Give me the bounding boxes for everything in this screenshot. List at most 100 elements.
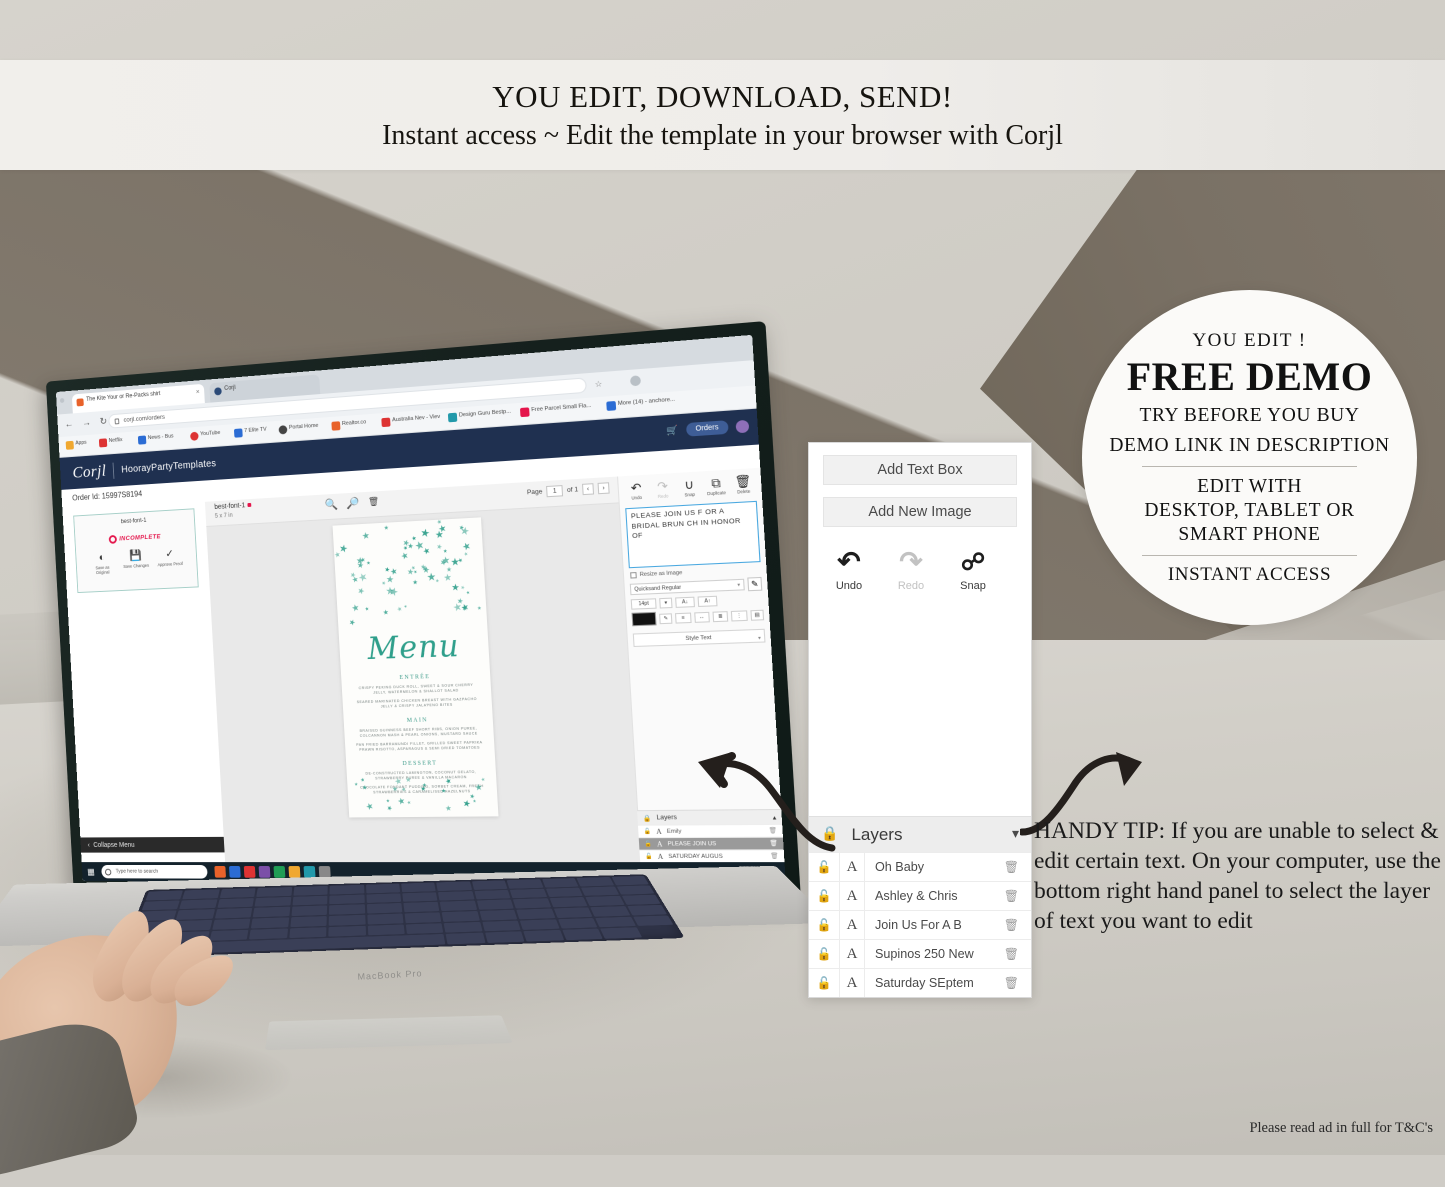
add-new-image-button[interactable]: Add New Image	[823, 497, 1017, 527]
trash-icon[interactable]: 🗑	[1004, 947, 1031, 961]
page-input[interactable]: 1	[546, 485, 563, 497]
snap-label: Snap	[955, 580, 991, 592]
template-thumbnail-card[interactable]: best-font-1 INCOMPLETE ◐ Save as Origina…	[73, 508, 199, 593]
style-text-select[interactable]: Style Text ▾	[633, 629, 766, 647]
undo-label: Undo	[831, 580, 867, 592]
layer-row[interactable]: 🔓 A Ashley & Chris 🗑	[809, 881, 1031, 910]
snap-button[interactable]: ☍ Snap	[955, 549, 991, 592]
header-actions[interactable]: 🛒 Orders	[666, 419, 749, 438]
badge-divider-2	[1142, 555, 1357, 556]
back-icon[interactable]: ←	[64, 419, 73, 430]
layer-row[interactable]: 🔓 A Supinos 250 New 🗑	[809, 939, 1031, 968]
chevron-down-icon: ▾	[737, 582, 740, 588]
reload-icon[interactable]: ↻	[99, 416, 107, 427]
color-swatch[interactable]	[632, 612, 657, 626]
approve-proof-button[interactable]: ✓ Approve Proof	[155, 548, 185, 572]
redo-label: Redo	[893, 580, 929, 592]
text-layer-icon: A	[657, 840, 663, 848]
trash-icon[interactable]: 🗑	[1004, 918, 1031, 932]
panel-toolbar: ↶ Undo ↷ Redo ☍ Snap	[809, 527, 1031, 592]
trash-icon[interactable]: 🗑	[368, 496, 380, 508]
trash-icon[interactable]: 🗑	[1004, 889, 1031, 903]
font-size-row: 14pt ▾ A↓ A↑	[631, 594, 763, 610]
text-editor-textarea[interactable]: PLEASE JOIN US F OR A BRIDAL BRUN CH IN …	[625, 501, 760, 568]
cart-icon[interactable]: 🛒	[666, 425, 679, 437]
tab-close-icon[interactable]: ×	[196, 389, 200, 396]
layer-row[interactable]: 🔓 A Join Us For A B 🗑	[809, 910, 1031, 939]
orders-button[interactable]: Orders	[685, 420, 728, 436]
eyedropper-icon[interactable]: ✎	[659, 613, 673, 624]
prev-page-button[interactable]: ‹	[582, 483, 594, 495]
letter-spacing-icon[interactable]: ↔	[694, 611, 710, 622]
lock-open-icon[interactable]: 🔓	[645, 853, 653, 859]
decrease-font-button[interactable]: A↓	[675, 597, 695, 608]
valign-icon[interactable]: ⋮	[731, 610, 747, 621]
magnet-icon: ☍	[955, 549, 991, 577]
incomplete-icon	[108, 535, 116, 544]
address-value: corjl.com/orders	[123, 414, 165, 424]
checkbox-box[interactable]	[630, 572, 637, 579]
app-body: best-font-1 INCOMPLETE ◐ Save as Origina…	[62, 468, 785, 884]
save-changes-button[interactable]: 💾 Save Changes	[121, 550, 151, 573]
duplicate-button[interactable]: ⧉ Duplicate	[704, 476, 729, 496]
avatar[interactable]	[735, 419, 749, 433]
badge-sub5: SMART PHONE	[1178, 523, 1320, 547]
layers-header[interactable]: 🔒 Layers ▾	[809, 816, 1031, 852]
align-icon[interactable]: ≣	[712, 611, 728, 622]
status-text: INCOMPLETE	[119, 533, 161, 542]
undo-icon: ↶	[624, 481, 648, 495]
collapse-menu-button[interactable]: ‹ Collapse Menu	[80, 837, 224, 853]
layer-name: Saturday SEptem	[865, 976, 974, 990]
tab-favicon	[214, 387, 222, 395]
text-layer-icon: A	[656, 827, 662, 835]
line-height-icon[interactable]: ≡	[675, 612, 691, 623]
save-as-original-button[interactable]: ◐ Save as Original	[88, 552, 117, 575]
search-icon	[105, 868, 112, 875]
font-family-select[interactable]: Quicksand Regular ▾	[630, 579, 745, 595]
card-section: ENTRÉE CRISPY PEKING DUCK ROLL, SWEET & …	[341, 672, 492, 710]
font-size-input[interactable]: 14pt	[631, 598, 657, 609]
badge-sub3: EDIT WITH	[1197, 475, 1302, 499]
lock-open-icon[interactable]: 🔓	[643, 828, 651, 834]
corjl-tools-panel: Add Text Box Add New Image ↶ Undo ↷ Redo…	[808, 442, 1032, 998]
font-picker-button[interactable]: ✎	[747, 577, 762, 591]
delete-button[interactable]: 🗑 Delete	[731, 474, 756, 494]
layer-row[interactable]: 🔓 A Saturday SEptem 🗑	[809, 968, 1031, 997]
snap-button[interactable]: ∪ Snap	[677, 478, 702, 498]
section-heading: MAIN	[344, 716, 493, 725]
badge-divider-1	[1142, 466, 1357, 467]
lock-open-icon[interactable]: 🔓	[809, 947, 839, 961]
duplicate-icon: ⧉	[704, 476, 728, 490]
opacity-icon[interactable]: ▤	[750, 609, 764, 620]
lock-open-icon[interactable]: 🔓	[809, 860, 839, 874]
zoom-in-icon[interactable]: 🔍	[324, 498, 338, 512]
undo-button[interactable]: ↶ Undo	[624, 481, 648, 501]
layer-row[interactable]: 🔓 A Oh Baby 🗑	[809, 852, 1031, 881]
lock-open-icon[interactable]: 🔓	[809, 889, 839, 903]
increase-font-button[interactable]: A↑	[698, 596, 718, 607]
lock-open-icon[interactable]: 🔓	[644, 841, 652, 847]
text-layer-icon: A	[839, 882, 865, 910]
menu-template-card[interactable]: ★ ★ ★ ★ ★ ★ ★ ★ ★ ★ ★ ★ ★ ★ ★ ★ ★ ★ ★ ★ ★ ★ ★ ★ ★ ★ ★ ★ ★ ★ ★ ★ ★ ★ ★ ★ ★ ★ ★ ★…	[333, 517, 499, 817]
font-size-stepper[interactable]: ▾	[659, 598, 672, 609]
bookmark-star-icon[interactable]: ☆	[594, 379, 602, 389]
lock-open-icon[interactable]: 🔓	[809, 918, 839, 932]
lock-open-icon[interactable]: 🔓	[809, 976, 839, 990]
chevron-down-icon[interactable]: ▾	[1012, 826, 1019, 843]
thumbnail-actions: ◐ Save as Original 💾 Save Changes ✓ Appr…	[76, 548, 197, 576]
redo-button[interactable]: ↷ Redo	[650, 479, 674, 499]
lock-icon	[115, 418, 120, 424]
redo-button[interactable]: ↷ Redo	[893, 549, 929, 592]
trash-icon[interactable]: 🗑	[1004, 976, 1031, 990]
handy-tip-text: HANDY TIP: If you are unable to select &…	[1034, 816, 1445, 936]
badge-sub1: TRY BEFORE YOU BUY	[1139, 404, 1359, 428]
add-text-box-button[interactable]: Add Text Box	[823, 455, 1017, 485]
layers-title: Layers	[851, 825, 902, 845]
forward-icon[interactable]: →	[82, 418, 91, 429]
check-icon: ✓	[155, 548, 184, 560]
zoom-out-icon[interactable]: 🔎	[346, 496, 360, 510]
trash-icon[interactable]: 🗑	[1004, 860, 1031, 874]
undo-button[interactable]: ↶ Undo	[831, 549, 867, 592]
layer-name: Oh Baby	[865, 860, 924, 874]
next-page-button[interactable]: ›	[598, 482, 610, 494]
